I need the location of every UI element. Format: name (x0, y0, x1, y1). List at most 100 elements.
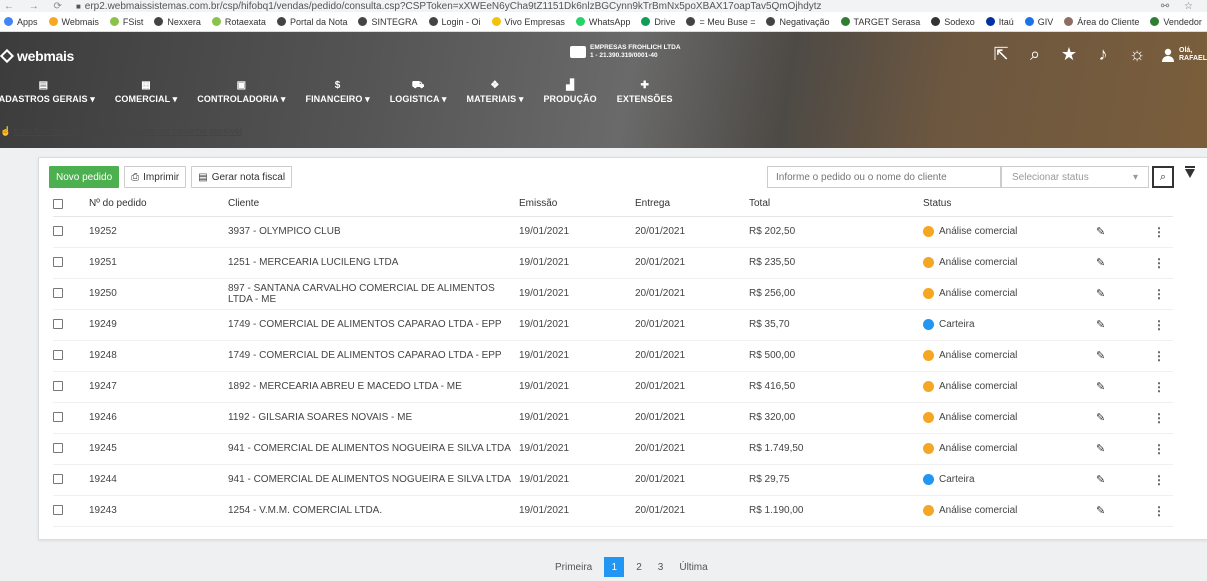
bookmark-item[interactable]: = Meu Buse = (686, 17, 755, 27)
edit-pencil-icon[interactable]: ✎ (1096, 505, 1105, 517)
more-options-icon[interactable]: ⋮ (1153, 411, 1165, 425)
bell-icon[interactable]: ♪ (1094, 44, 1112, 65)
header-issued[interactable]: Emissão (519, 192, 635, 217)
generate-invoice-button[interactable]: ▤ Gerar nota fiscal (191, 166, 293, 188)
edit-pencil-icon[interactable]: ✎ (1096, 350, 1105, 362)
bookmark-icon (985, 17, 995, 26)
table-row[interactable]: 19252 3937 - OLYMPICO CLUB 19/01/2021 20/01… (53, 216, 1173, 248)
menu-item-extens-es[interactable]: ✚ EXTENSÕES (617, 80, 673, 104)
edit-pencil-icon[interactable]: ✎ (1096, 226, 1105, 238)
row-checkbox[interactable] (53, 474, 63, 485)
bookmark-item[interactable]: Nexxera (154, 17, 201, 27)
bookmark-item[interactable]: Drive (641, 17, 675, 27)
menu-item-logistica[interactable]: ⛟ LOGISTICA ▾ (390, 80, 447, 105)
row-checkbox[interactable] (53, 288, 63, 299)
last-page-link[interactable]: Última (671, 557, 715, 577)
bookmark-item[interactable]: GIV (1024, 17, 1053, 27)
menu-item-controladoria[interactable]: ▣ CONTROLADORIA ▾ (197, 80, 285, 105)
status-select[interactable]: Selecionar status ▾ (1001, 166, 1149, 188)
row-checkbox[interactable] (53, 412, 63, 423)
more-options-icon[interactable]: ⋮ (1153, 287, 1165, 301)
edit-pencil-icon[interactable]: ✎ (1096, 412, 1105, 424)
edit-pencil-icon[interactable]: ✎ (1096, 288, 1105, 300)
filter-icon[interactable] (1185, 166, 1195, 178)
table-row[interactable]: 19246 1192 - GILSARIA SOARES NOVAIS - ME 1… (53, 402, 1173, 434)
bookmark-item[interactable]: Rotaexata (211, 17, 266, 27)
bookmark-item[interactable]: Login - Oi (428, 17, 481, 27)
edit-pencil-icon[interactable]: ✎ (1096, 319, 1105, 331)
more-options-icon[interactable]: ⋮ (1153, 318, 1165, 332)
bookmark-item[interactable]: Sodexo (931, 17, 975, 27)
bookmark-item[interactable]: WhatsApp (575, 17, 630, 27)
star-icon[interactable]: ⚯ ☆ (1161, 1, 1199, 12)
header-total[interactable]: Total (749, 192, 923, 217)
table-row[interactable]: 19244 941 - COMERCIAL DE ALIMENTOS NOGUEI… (53, 464, 1173, 496)
search-button[interactable]: ⌕ (1152, 166, 1174, 188)
edit-pencil-icon[interactable]: ✎ (1096, 257, 1105, 269)
bookmark-item[interactable]: FSist (109, 17, 143, 27)
webmais-logo[interactable]: webmais (0, 48, 74, 64)
table-row[interactable]: 19247 1892 - MERCEARIA ABREU E MACEDO LTD… (53, 371, 1173, 403)
more-options-icon[interactable]: ⋮ (1153, 349, 1165, 363)
more-options-icon[interactable]: ⋮ (1153, 380, 1165, 394)
bookmark-item[interactable]: Negativação (766, 17, 830, 27)
page-3-link[interactable]: 3 (650, 557, 672, 577)
alt-paths-notice[interactable]: ☝ Esta funcionalidade possui mais de um … (0, 126, 242, 137)
menu-item-produ-o[interactable]: ▟ PRODUÇÃO (543, 80, 596, 104)
header-client[interactable]: Cliente (228, 192, 519, 217)
select-all-checkbox[interactable] (53, 198, 63, 209)
table-row[interactable]: 19250 897 - SANTANA CARVALHO COMERCIAL DE… (53, 278, 1173, 310)
bookmark-item[interactable]: SINTEGRA (358, 17, 418, 27)
bookmark-item[interactable]: Vendedor (1150, 17, 1202, 27)
user-menu[interactable]: Olá, RAFAEL (1162, 47, 1207, 63)
header-order-number[interactable]: Nº do pedido (77, 192, 228, 217)
url-text[interactable]: erp2.webmaissistemas.com.br/csp/hifobq1/… (85, 1, 1161, 12)
more-options-icon[interactable]: ⋮ (1153, 504, 1165, 518)
bookmark-item[interactable]: TARGET Serasa (840, 17, 920, 27)
browser-nav-icons[interactable]: ← → ⟳ (4, 1, 68, 12)
print-button[interactable]: ⎙ Imprimir (124, 166, 187, 188)
bookmark-item[interactable]: Webmais (48, 17, 99, 27)
table-row[interactable]: 19251 1251 - MERCEARIA LUCILENG LTDA 19/01… (53, 247, 1173, 279)
page-1-link[interactable]: 1 (604, 557, 625, 577)
table-row[interactable]: 19249 1749 - COMERCIAL DE ALIMENTOS CAPAR… (53, 309, 1173, 341)
more-options-icon[interactable]: ⋮ (1153, 473, 1165, 487)
search-icon[interactable]: ⌕ (1026, 44, 1044, 65)
row-checkbox[interactable] (53, 350, 63, 361)
row-checkbox[interactable] (53, 505, 63, 516)
header-delivery[interactable]: Entrega (635, 192, 749, 217)
menu-item-cadastros-gerais[interactable]: ▤ CADASTROS GERAIS ▾ (0, 80, 95, 105)
menu-item-materiais[interactable]: ❖ MATERIAIS ▾ (466, 80, 523, 105)
header-status[interactable]: Status (923, 192, 1096, 217)
edit-pencil-icon[interactable]: ✎ (1096, 474, 1105, 486)
bookmark-item[interactable]: Portal da Nota (276, 17, 347, 27)
edit-pencil-icon[interactable]: ✎ (1096, 381, 1105, 393)
first-page-link[interactable]: Primeira (547, 557, 600, 577)
table-row[interactable]: 19248 1749 - COMERCIAL DE ALIMENTOS CAPAR… (53, 340, 1173, 372)
bookmark-item[interactable]: Área do Cliente (1064, 17, 1139, 27)
star-icon[interactable]: ★ (1060, 44, 1078, 65)
table-row[interactable]: 19243 1254 - V.M.M. COMERCIAL LTDA. 19/01/… (53, 495, 1173, 527)
row-checkbox[interactable] (53, 257, 63, 268)
table-row[interactable]: 19245 941 - COMERCIAL DE ALIMENTOS NOGUEI… (53, 433, 1173, 465)
alt-paths-link[interactable]: Esta funcionalidade possui mais de um ca… (14, 126, 242, 136)
share-icon[interactable]: ⇱ (992, 44, 1010, 65)
menu-item-comercial[interactable]: ▦ COMERCIAL ▾ (115, 80, 177, 105)
order-search-input[interactable] (767, 166, 1001, 188)
page-2-link[interactable]: 2 (628, 557, 650, 577)
bookmark-item[interactable]: Itaú (985, 17, 1014, 27)
edit-pencil-icon[interactable]: ✎ (1096, 443, 1105, 455)
row-checkbox[interactable] (53, 443, 63, 454)
more-options-icon[interactable]: ⋮ (1153, 225, 1165, 239)
more-options-icon[interactable]: ⋮ (1153, 442, 1165, 456)
more-options-icon[interactable]: ⋮ (1153, 256, 1165, 270)
bookmark-item[interactable]: Apps (4, 17, 38, 27)
row-checkbox[interactable] (53, 226, 63, 237)
bookmark-item[interactable]: Vivo Empresas (491, 17, 565, 27)
row-checkbox[interactable] (53, 381, 63, 392)
menu-item-financeiro[interactable]: $ FINANCEIRO ▾ (305, 80, 369, 105)
new-order-button[interactable]: Novo pedido (49, 166, 120, 188)
lightbulb-icon[interactable]: ☼ (1128, 44, 1146, 65)
company-selector[interactable]: EMPRESAS FROHLICH LTDA 1 - 21.390.319/00… (570, 44, 681, 60)
row-checkbox[interactable] (53, 319, 63, 330)
